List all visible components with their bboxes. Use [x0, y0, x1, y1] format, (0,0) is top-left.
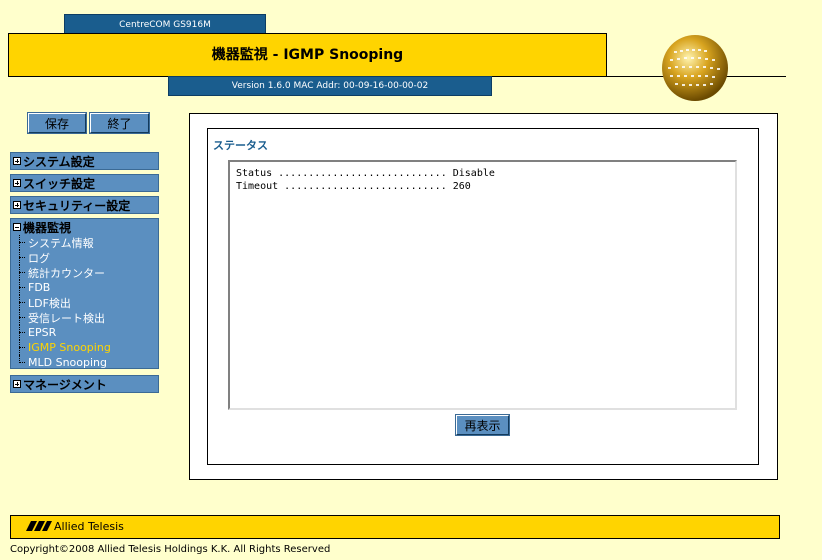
model-name: CentreCOM GS916M	[64, 14, 266, 34]
allied-telesis-logo: Allied Telesis	[26, 519, 124, 533]
logo-text: Allied Telesis	[54, 519, 124, 533]
sidebar-subitem-label: システム情報	[28, 236, 94, 250]
globe-logo-icon	[660, 33, 730, 103]
page-title: 機器監視 - IGMP Snooping	[8, 33, 607, 77]
sidebar-item-label: マネージメント	[23, 377, 107, 392]
expand-icon	[13, 201, 21, 209]
sidebar-subitem-mld-snooping[interactable]: MLD Snooping	[11, 355, 158, 370]
sidebar-subitem-label: LDF検出	[28, 296, 71, 310]
expand-icon	[13, 380, 21, 388]
save-button[interactable]: 保存	[28, 113, 86, 133]
tree-line-icon	[17, 280, 25, 295]
collapse-icon	[13, 223, 21, 231]
status-line-timeout: Timeout ........................... 260	[236, 181, 471, 192]
footer-bar	[10, 515, 780, 539]
expand-icon	[13, 157, 21, 165]
tree-line-icon	[17, 250, 25, 265]
sidebar-subitem-label: ログ	[28, 251, 50, 265]
tree-line-icon	[17, 310, 25, 325]
allied-telesis-mark-icon	[26, 521, 52, 531]
sidebar-subitem-label: 受信レート検出	[28, 311, 105, 325]
sidebar-subitem-rx-rate[interactable]: 受信レート検出	[11, 310, 158, 325]
sidebar-subitem-fdb[interactable]: FDB	[11, 280, 158, 295]
copyright-text: Copyright©2008 Allied Telesis Holdings K…	[10, 544, 331, 555]
tree-line-icon	[17, 325, 25, 340]
tree-line-icon	[17, 295, 25, 310]
sidebar-item-switch-settings[interactable]: スイッチ設定	[10, 174, 159, 192]
sidebar-item-management[interactable]: マネージメント	[10, 375, 159, 393]
refresh-button[interactable]: 再表示	[456, 415, 509, 435]
expand-icon	[13, 179, 21, 187]
sidebar-item-monitoring[interactable]: 機器監視	[11, 219, 158, 235]
tree-line-icon	[17, 340, 25, 355]
sidebar-subitem-statistics[interactable]: 統計カウンター	[11, 265, 158, 280]
tree-line-icon	[17, 235, 25, 250]
sidebar-subitem-label: MLD Snooping	[28, 356, 107, 369]
status-heading: ステータス	[213, 139, 268, 152]
status-line-status: Status ............................ Disa…	[236, 168, 495, 179]
sidebar-group-monitoring: 機器監視 システム情報 ログ 統計カウンター FDB LDF検出 受信レート検出…	[10, 218, 159, 369]
version-info: Version 1.6.0 MAC Addr: 00-09-16-00-00-0…	[168, 76, 492, 96]
sidebar-item-label: システム設定	[23, 154, 95, 169]
sidebar-subitem-label: EPSR	[28, 326, 57, 339]
sidebar-subitem-label: 統計カウンター	[28, 266, 105, 280]
sidebar-subitem-label: IGMP Snooping	[28, 341, 111, 354]
tree-line-icon	[17, 265, 25, 280]
sidebar-item-system-settings[interactable]: システム設定	[10, 152, 159, 170]
tree-line-icon	[17, 355, 25, 370]
sidebar-subitem-ldf[interactable]: LDF検出	[11, 295, 158, 310]
sidebar-subitem-igmp-snooping[interactable]: IGMP Snooping	[11, 340, 158, 355]
sidebar-item-security-settings[interactable]: セキュリティー設定	[10, 196, 159, 214]
sidebar-subitem-log[interactable]: ログ	[11, 250, 158, 265]
sidebar-item-label: セキュリティー設定	[23, 198, 131, 213]
sidebar-subitem-system-info[interactable]: システム情報	[11, 235, 158, 250]
sidebar-item-label: スイッチ設定	[23, 176, 96, 191]
sidebar-subitem-label: FDB	[28, 281, 51, 294]
sidebar-item-label: 機器監視	[23, 220, 72, 235]
status-output[interactable]: Status ............................ Disa…	[228, 160, 737, 410]
sidebar-subitem-epsr[interactable]: EPSR	[11, 325, 158, 340]
exit-button[interactable]: 終了	[90, 113, 149, 133]
